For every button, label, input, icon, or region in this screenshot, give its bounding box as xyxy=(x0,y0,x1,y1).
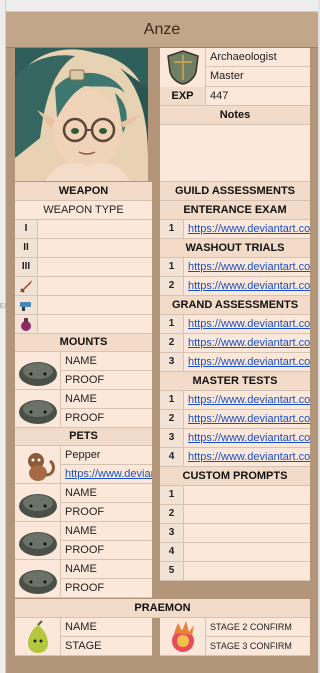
shield-emblem-icon xyxy=(166,50,200,85)
master-row-4-link[interactable]: https://www.deviantart.com/ xyxy=(184,448,310,467)
rock-creature-icon xyxy=(18,399,57,424)
stage3-confirm[interactable]: STAGE 3 CONFIRM xyxy=(206,637,310,656)
exp-value[interactable]: 447 xyxy=(206,87,310,106)
grand-row-1-num: 1 xyxy=(160,315,184,334)
prompt-row-1-num: 1 xyxy=(160,486,184,505)
weapon-slot-4[interactable] xyxy=(38,277,152,296)
prompt-row-3-num: 3 xyxy=(160,524,184,543)
mount-2-icon-cell xyxy=(15,390,61,428)
pear-creature-icon xyxy=(27,619,48,653)
grand-row-2-link[interactable]: https://www.deviantart.com/ xyxy=(184,334,310,353)
rock-creature-icon xyxy=(18,531,57,556)
character-name[interactable]: Anze xyxy=(6,12,318,48)
entrance-exam-header: ENTERANCE EXAM xyxy=(160,201,310,220)
pet-3-icon-cell xyxy=(15,522,61,560)
class-value[interactable]: Archaeologist xyxy=(206,48,310,67)
master-row-1-link[interactable]: https://www.deviantart.com/ xyxy=(184,391,310,410)
mount-1-proof[interactable]: PROOF xyxy=(61,371,152,390)
mount-1-icon-cell xyxy=(15,352,61,390)
grand-row-1-link[interactable]: https://www.deviantart.com/ xyxy=(184,315,310,334)
weapon-slot-2[interactable] xyxy=(38,239,152,258)
pet-4-name[interactable]: NAME xyxy=(61,560,152,579)
potion-icon xyxy=(21,318,31,331)
spreadsheet-column-header-bar xyxy=(0,0,318,12)
praemon-evolved-icon-cell xyxy=(160,618,206,656)
notes-header: Notes xyxy=(160,106,310,125)
master-tests-header: MASTER TESTS xyxy=(160,372,310,391)
exp-label: EXP xyxy=(160,87,206,106)
master-row-3-num: 3 xyxy=(160,429,184,448)
pets-header: PETS xyxy=(15,428,152,446)
pet-1-name[interactable]: Pepper xyxy=(61,446,152,465)
rank-value[interactable]: Master xyxy=(206,67,310,87)
prompt-row-5-num: 5 xyxy=(160,562,184,581)
weapon-type-label: WEAPON TYPE xyxy=(15,201,152,220)
pet-4-proof[interactable]: PROOF xyxy=(61,579,152,598)
washout-trials-header: WASHOUT TRIALS xyxy=(160,239,310,258)
monkey-pet-icon xyxy=(27,452,55,481)
prompt-row-2-num: 2 xyxy=(160,505,184,524)
stage2-confirm[interactable]: STAGE 2 CONFIRM xyxy=(206,618,310,637)
prompt-row-3[interactable] xyxy=(184,524,310,543)
prompt-row-2[interactable] xyxy=(184,505,310,524)
weapon-slot-5-icon-cell xyxy=(15,296,38,315)
notes-area[interactable] xyxy=(160,125,310,182)
rock-creature-icon xyxy=(18,569,57,594)
entrance-row-1-num: 1 xyxy=(160,220,184,239)
washout-row-2-link[interactable]: https://www.deviantart.com/ xyxy=(184,277,310,296)
washout-row-1-num: 1 xyxy=(160,258,184,277)
praemon-stage[interactable]: STAGE xyxy=(61,637,152,656)
mount-2-name[interactable]: NAME xyxy=(61,390,152,409)
praemon-name[interactable]: NAME xyxy=(61,618,152,637)
pet-4-icon-cell xyxy=(15,560,61,598)
weapon-slot-1-label: I xyxy=(15,220,38,239)
mount-1-name[interactable]: NAME xyxy=(61,352,152,371)
weapon-slot-4-icon-cell xyxy=(15,277,38,296)
prompt-row-4[interactable] xyxy=(184,543,310,562)
weapon-slot-3[interactable] xyxy=(38,258,152,277)
pet-3-proof[interactable]: PROOF xyxy=(61,541,152,560)
mount-2-proof[interactable]: PROOF xyxy=(61,409,152,428)
flame-orb-icon xyxy=(171,620,194,652)
pet-1-proof-link[interactable]: https://www.deviantart.com/ xyxy=(61,465,152,484)
prompt-row-4-num: 4 xyxy=(160,543,184,562)
prompt-row-1[interactable] xyxy=(184,486,310,505)
guild-assessments-header: GUILD ASSESSMENTS xyxy=(160,182,310,201)
pet-2-icon-cell xyxy=(15,484,61,522)
sword-icon xyxy=(20,280,32,293)
mounts-header: MOUNTS xyxy=(15,334,152,352)
master-row-4-num: 4 xyxy=(160,448,184,467)
weapon-header: WEAPON xyxy=(15,182,152,201)
grand-row-3-link[interactable]: https://www.deviantart.com/ xyxy=(184,353,310,372)
entrance-row-1-link[interactable]: https://www.deviantart.com/ xyxy=(184,220,310,239)
pet-1-icon-cell xyxy=(15,446,61,484)
washout-row-1-link[interactable]: https://www.deviantart.com/ xyxy=(184,258,310,277)
prompt-row-5[interactable] xyxy=(184,562,310,581)
master-row-2-link[interactable]: https://www.deviantart.com/ xyxy=(184,410,310,429)
grand-row-2-num: 2 xyxy=(160,334,184,353)
guild-emblem-cell xyxy=(160,48,206,87)
praemon-header: PRAEMON xyxy=(15,599,310,618)
rock-creature-icon xyxy=(18,493,57,518)
weapon-slot-6-icon-cell xyxy=(15,315,38,334)
pet-2-name[interactable]: NAME xyxy=(61,484,152,503)
weapon-slot-5[interactable] xyxy=(38,296,152,315)
master-row-3-link[interactable]: https://www.deviantart.com/ xyxy=(184,429,310,448)
washout-row-2-num: 2 xyxy=(160,277,184,296)
custom-prompts-header: CUSTOM PROMPTS xyxy=(160,467,310,486)
weapon-slot-3-label: III xyxy=(15,258,38,277)
grand-assessments-header: GRAND ASSESSMENTS xyxy=(160,296,310,315)
weapon-slot-1[interactable] xyxy=(38,220,152,239)
blaster-icon xyxy=(20,302,31,311)
weapon-slot-2-label: II xyxy=(15,239,38,258)
grand-row-3-num: 3 xyxy=(160,353,184,372)
master-row-2-num: 2 xyxy=(160,410,184,429)
pet-2-proof[interactable]: PROOF xyxy=(61,503,152,522)
weapon-slot-6[interactable] xyxy=(38,315,152,334)
rock-creature-icon xyxy=(18,361,57,386)
master-row-1-num: 1 xyxy=(160,391,184,410)
pet-3-name[interactable]: NAME xyxy=(61,522,152,541)
character-portrait xyxy=(15,48,148,181)
praemon-stage1-icon-cell xyxy=(15,618,61,656)
